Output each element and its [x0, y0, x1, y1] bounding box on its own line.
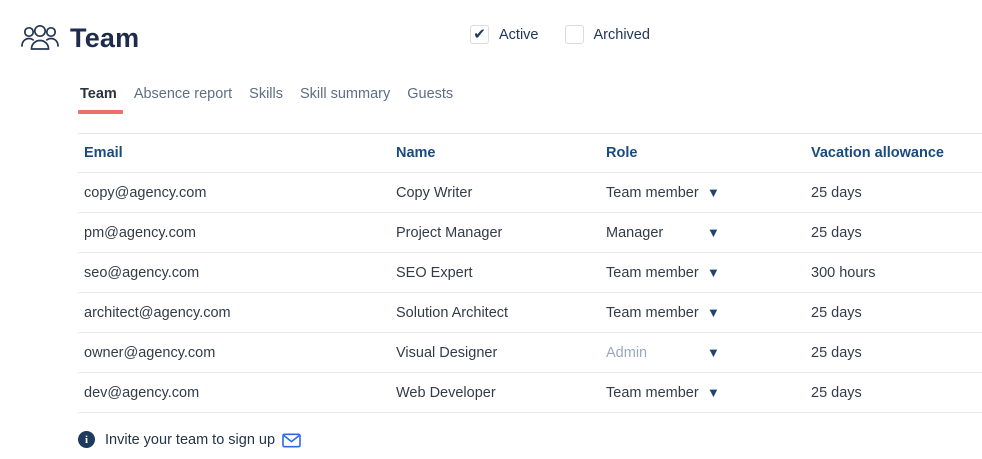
chevron-down-icon[interactable]: ▼	[707, 385, 720, 400]
role-value: Team member	[606, 305, 705, 321]
team-table: Email Name Role Vacation allowance copy@…	[78, 133, 982, 413]
status-filter[interactable]: ✔ Archived	[565, 25, 650, 44]
role-value: Admin	[606, 345, 705, 361]
filter-label: Archived	[594, 27, 650, 43]
team-group-icon	[20, 22, 60, 54]
tab[interactable]: Skill summary	[300, 86, 390, 114]
invite-footer: i Invite your team to sign up	[78, 431, 982, 448]
invite-text: Invite your team to sign up	[105, 432, 275, 448]
table-header-row: Email Name Role Vacation allowance	[78, 133, 982, 173]
chevron-down-icon[interactable]: ▼	[707, 345, 720, 360]
column-header-vacation: Vacation allowance	[805, 145, 982, 161]
tab[interactable]: Absence report	[134, 86, 232, 114]
table-row: dev@agency.com Web Developer Team member…	[78, 373, 982, 413]
vacation-allowance: 25 days	[805, 345, 982, 361]
member-email: copy@agency.com	[78, 185, 390, 201]
page-title: Team	[70, 23, 139, 54]
member-email: architect@agency.com	[78, 305, 390, 321]
member-name: Copy Writer	[390, 185, 600, 201]
role-dropdown[interactable]: Team member ▼	[600, 305, 805, 321]
role-dropdown[interactable]: Manager ▼	[600, 225, 805, 241]
role-dropdown[interactable]: Team member ▼	[600, 265, 805, 281]
member-name: Visual Designer	[390, 345, 600, 361]
table-row: owner@agency.com Visual Designer Admin ▼…	[78, 333, 982, 373]
vacation-allowance: 25 days	[805, 305, 982, 321]
role-dropdown[interactable]: Team member ▼	[600, 385, 805, 401]
member-email: dev@agency.com	[78, 385, 390, 401]
member-email: seo@agency.com	[78, 265, 390, 281]
member-name: Solution Architect	[390, 305, 600, 321]
filter-checkbox[interactable]: ✔	[565, 25, 584, 44]
table-row: seo@agency.com SEO Expert Team member ▼ …	[78, 253, 982, 293]
status-filter[interactable]: ✔ Active	[470, 25, 539, 44]
filter-label: Active	[499, 27, 539, 43]
table-row: architect@agency.com Solution Architect …	[78, 293, 982, 333]
role-dropdown[interactable]: Team member ▼	[600, 185, 805, 201]
member-name: Web Developer	[390, 385, 600, 401]
page-header: Team ✔ Active ✔ Archived	[0, 0, 982, 56]
column-header-role: Role	[600, 145, 805, 161]
filter-checkbox[interactable]: ✔	[470, 25, 489, 44]
vacation-allowance: 25 days	[805, 185, 982, 201]
table-row: copy@agency.com Copy Writer Team member …	[78, 173, 982, 213]
role-value: Team member	[606, 265, 705, 281]
table-row: pm@agency.com Project Manager Manager ▼ …	[78, 213, 982, 253]
column-header-name: Name	[390, 145, 600, 161]
member-name: SEO Expert	[390, 265, 600, 281]
column-header-email: Email	[78, 145, 390, 161]
tab[interactable]: Team	[80, 86, 117, 114]
member-email: owner@agency.com	[78, 345, 390, 361]
chevron-down-icon[interactable]: ▼	[707, 185, 720, 200]
member-email: pm@agency.com	[78, 225, 390, 241]
chevron-down-icon[interactable]: ▼	[707, 265, 720, 280]
chevron-down-icon[interactable]: ▼	[707, 305, 720, 320]
table-body: copy@agency.com Copy Writer Team member …	[78, 173, 982, 413]
checkmark-icon: ✔	[473, 27, 486, 42]
vacation-allowance: 300 hours	[805, 265, 982, 281]
member-name: Project Manager	[390, 225, 600, 241]
tab[interactable]: Skills	[249, 86, 283, 114]
envelope-icon[interactable]	[282, 433, 301, 448]
vacation-allowance: 25 days	[805, 385, 982, 401]
vacation-allowance: 25 days	[805, 225, 982, 241]
role-value: Team member	[606, 385, 705, 401]
status-filters: ✔ Active ✔ Archived	[470, 25, 676, 44]
role-value: Team member	[606, 185, 705, 201]
tab-bar: Team Absence report Skills Skill summary…	[80, 86, 982, 114]
role-dropdown[interactable]: Admin ▼	[600, 345, 805, 361]
role-value: Manager	[606, 225, 705, 241]
chevron-down-icon[interactable]: ▼	[707, 225, 720, 240]
tab[interactable]: Guests	[407, 86, 453, 114]
info-icon[interactable]: i	[78, 431, 95, 448]
